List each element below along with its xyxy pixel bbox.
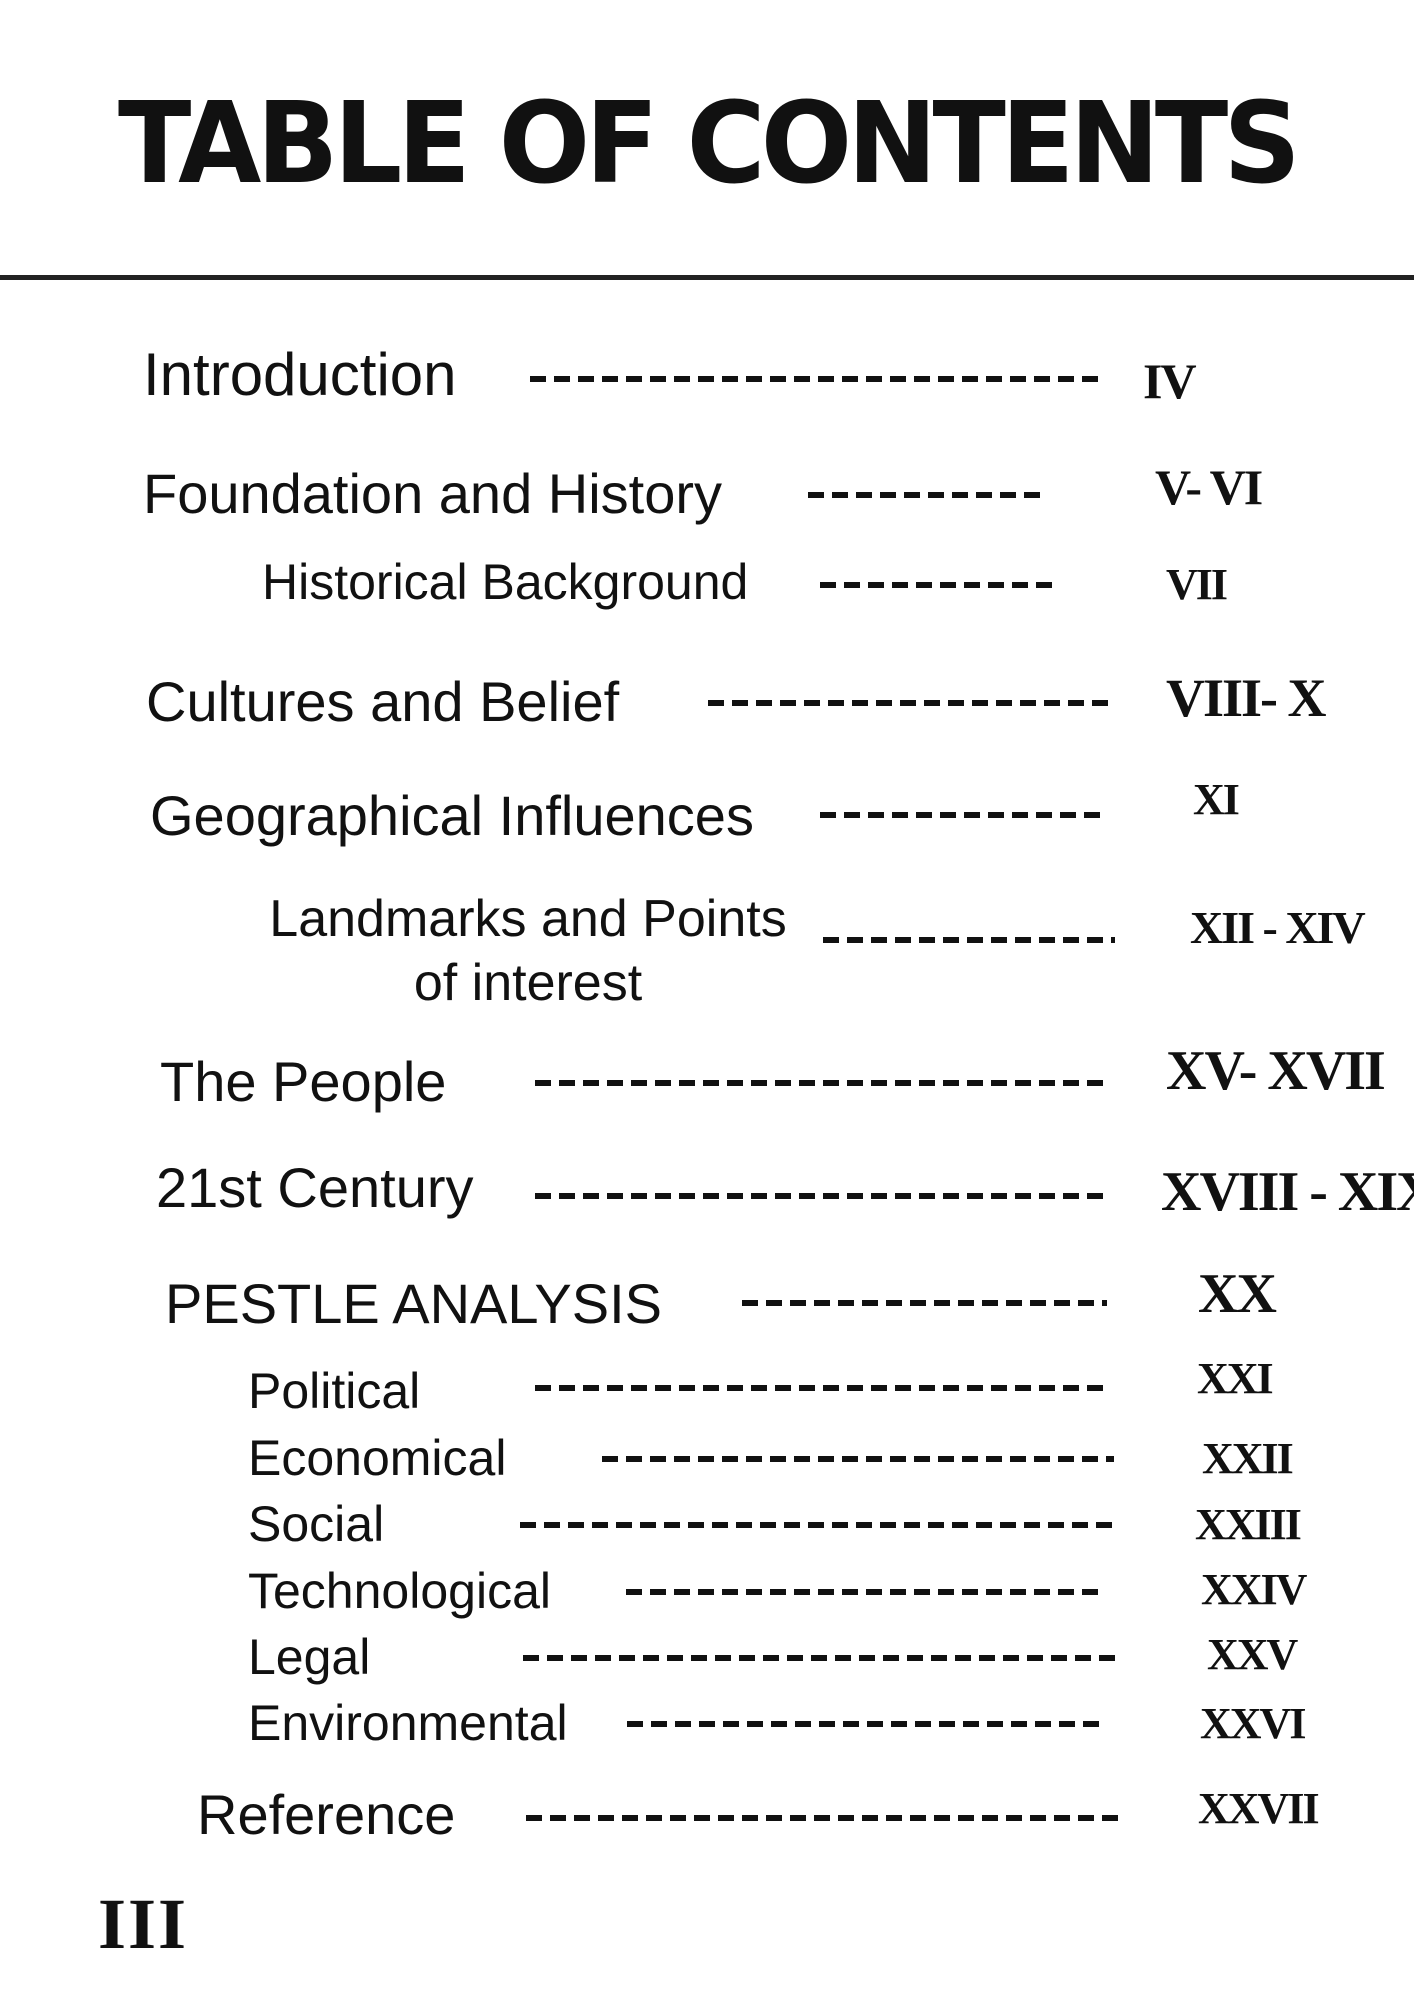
toc-entry-label: Introduction (143, 341, 457, 408)
page-title: TABLE OF CONTENTS (117, 79, 1301, 209)
dotted-leader (535, 1193, 1110, 1199)
toc-entry-pages: V- VI (1155, 459, 1263, 515)
dotted-leader (808, 492, 1041, 498)
toc-entry-pages: XV- XVII (1166, 1040, 1386, 1102)
toc-entry-label: Cultures and Belief (146, 670, 620, 733)
page-number: III (98, 1884, 189, 1964)
dotted-leader (742, 1300, 1107, 1306)
toc-entry-label: Technological (248, 1563, 551, 1619)
toc-entry-pages: XI (1193, 775, 1240, 824)
toc-entry-label: Foundation and History (143, 462, 723, 525)
dotted-leader (823, 937, 1115, 943)
dotted-leader (820, 582, 1053, 588)
dotted-leader (602, 1456, 1114, 1462)
toc-entry-pages: VIII- X (1166, 668, 1327, 728)
toc-entry-label: Economical (248, 1430, 507, 1486)
toc-entry-label: Legal (248, 1629, 371, 1685)
toc-entry-label: Environmental (248, 1695, 568, 1751)
toc-entry-label: The People (160, 1050, 447, 1113)
toc-entry-label: Geographical Influences (150, 784, 754, 847)
toc-entry-pages: XII - XIV (1190, 902, 1366, 953)
toc-entry-pages: XVIII - XIX (1161, 1161, 1414, 1223)
dotted-leader (520, 1522, 1114, 1528)
toc-entry-pages: IV (1143, 353, 1197, 409)
toc-entry-pages: XXVI (1200, 1699, 1306, 1748)
toc-entry-pages: XXV (1207, 1630, 1298, 1679)
toc-entry-pages: XXIV (1201, 1565, 1307, 1614)
toc-entry-pages: XXIII (1195, 1500, 1302, 1549)
dotted-leader (627, 1721, 1107, 1727)
toc-entry-label: 21st Century (156, 1156, 474, 1219)
dotted-leader (708, 700, 1108, 706)
toc-entry-pages: VII (1166, 560, 1228, 609)
toc-entry-pages: XXI (1197, 1354, 1274, 1403)
dotted-leader (820, 812, 1107, 818)
dotted-leader (535, 1080, 1110, 1086)
dotted-leader (526, 1815, 1120, 1821)
toc-entry-pages: XXII (1202, 1434, 1294, 1483)
toc-entry-label: Political (248, 1363, 421, 1419)
toc-entry-label: Historical Background (262, 554, 749, 610)
toc-entry-pages: XX (1198, 1263, 1277, 1325)
dotted-leader (626, 1589, 1106, 1595)
dotted-leader (535, 1385, 1110, 1391)
title-divider (0, 275, 1414, 280)
toc-entry-label: Reference (197, 1783, 456, 1846)
dotted-leader (523, 1655, 1117, 1661)
toc-entry-reference[interactable]: Reference XXVII (0, 0, 1414, 1843)
toc-entry-label: Social (248, 1496, 385, 1552)
toc-entry-label: Landmarks and Points of interest (269, 890, 787, 1013)
toc-entry-pages: XXVII (1198, 1784, 1320, 1833)
toc-entry-label: PESTLE ANALYSIS (165, 1272, 662, 1335)
dotted-leader (530, 376, 1105, 382)
